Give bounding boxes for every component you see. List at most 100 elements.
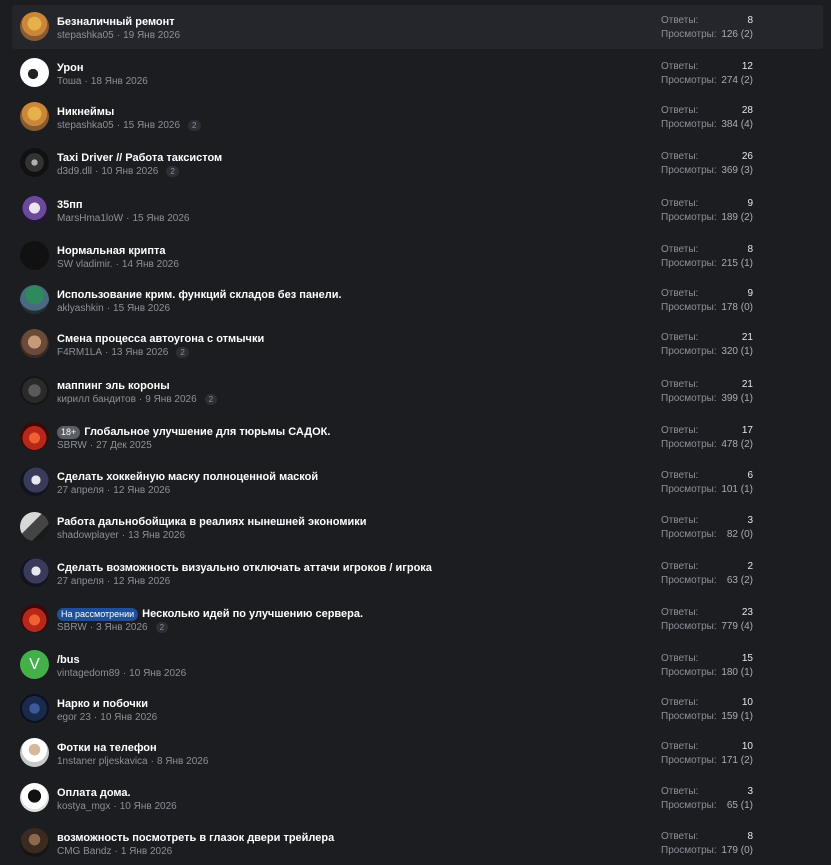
thread-row[interactable]: Оплата дома. kostya_mgx · 10 Янв 2026 Ответы… (12, 776, 823, 820)
thread-date[interactable]: 18 Янв 2026 (91, 76, 148, 87)
prefix-badge-review[interactable]: На рассмотрении (57, 607, 139, 621)
author-link[interactable]: stepashka05 (57, 120, 114, 131)
thread-title-link[interactable]: 35пп (57, 199, 83, 211)
thread-row[interactable]: Нормальная крипта SW vladimir. · 14 Янв 202… (12, 234, 823, 278)
author-link[interactable]: SBRW (57, 622, 87, 633)
thread-row[interactable]: Использование крим. функций складов без … (12, 278, 823, 322)
avatar-stepashka[interactable] (20, 102, 49, 131)
author-link[interactable]: shadowplayer (57, 530, 119, 541)
author-link[interactable]: 27 апреля (57, 576, 104, 587)
thread-date[interactable]: 10 Янв 2026 (100, 712, 157, 723)
thread-date[interactable]: 10 Янв 2026 (101, 166, 158, 177)
avatar-1nstaner[interactable] (20, 738, 49, 767)
page-jump-link[interactable]: 2 (166, 165, 179, 177)
thread-date[interactable]: 8 Янв 2026 (157, 756, 208, 767)
thread-date[interactable]: 15 Янв 2026 (123, 120, 180, 131)
avatar-tosha[interactable] (20, 58, 49, 87)
author-link[interactable]: 1nstaner pljeskavica (57, 756, 148, 767)
avatar-kostya[interactable] (20, 783, 49, 812)
thread-title-link[interactable]: Фотки на телефон (57, 742, 157, 754)
avatar-egor[interactable] (20, 694, 49, 723)
author-link[interactable]: 27 апреля (57, 485, 104, 496)
thread-title-link[interactable]: Сделать хоккейную маску полноценной маск… (57, 471, 318, 483)
thread-title-link[interactable]: Никнеймы (57, 106, 114, 118)
thread-date[interactable]: 27 Дек 2025 (96, 440, 152, 451)
author-link[interactable]: stepashka05 (57, 30, 114, 41)
thread-date[interactable]: 15 Янв 2026 (132, 213, 189, 224)
thread-row[interactable]: Безналичный ремонт stepashka05 · 19 Янв 202… (12, 5, 823, 49)
thread-row[interactable]: Работа дальнобойщика в реалиях нынешней … (12, 505, 823, 549)
prefix-badge-age[interactable]: 18+ (57, 425, 81, 439)
author-link[interactable]: SW vladimir. (57, 259, 113, 270)
thread-date[interactable]: 19 Янв 2026 (123, 30, 180, 41)
page-jump-link[interactable]: 2 (188, 119, 201, 131)
avatar-cmg[interactable] (20, 828, 49, 857)
thread-date[interactable]: 13 Янв 2026 (111, 347, 168, 358)
thread-title-link[interactable]: Работа дальнобойщика в реалиях нынешней … (57, 516, 367, 528)
thread-row[interactable]: возможность посмотреть в глазок двери тр… (12, 821, 823, 865)
thread-date[interactable]: 10 Янв 2026 (129, 668, 186, 679)
author-link[interactable]: Тоша (57, 76, 81, 87)
avatar-f4rm1la[interactable] (20, 329, 49, 358)
thread-title-link[interactable]: Урон (57, 62, 84, 74)
thread-row[interactable]: Урон Тоша · 18 Янв 2026 Ответы: 12 Просмотры: 2… (12, 51, 823, 95)
author-link[interactable]: egor 23 (57, 712, 91, 723)
avatar-sw[interactable] (20, 241, 49, 270)
thread-row[interactable]: V/bus vintagedom89 · 10 Янв 2026 Ответы: 15 Пр… (12, 643, 823, 687)
avatar-sbrw[interactable] (20, 604, 49, 633)
thread-title-link[interactable]: Taxi Driver // Работа таксистом (57, 152, 222, 164)
thread-date[interactable]: 12 Янв 2026 (113, 485, 170, 496)
avatar-kirill[interactable] (20, 376, 49, 405)
thread-title-link[interactable]: возможность посмотреть в глазок двери тр… (57, 832, 334, 844)
thread-date[interactable]: 14 Янв 2026 (122, 259, 179, 270)
avatar-aklyashkin[interactable] (20, 285, 49, 314)
author-link[interactable]: кирилл бандитов (57, 394, 136, 405)
thread-date[interactable]: 1 Янв 2026 (121, 846, 172, 857)
thread-row[interactable]: Сделать хоккейную маску полноценной маск… (12, 460, 823, 504)
page-jump-link[interactable]: 2 (176, 346, 189, 358)
thread-title-link[interactable]: Безналичный ремонт (57, 16, 175, 28)
thread-title-link[interactable]: маппинг эль короны (57, 380, 170, 392)
avatar-letter-v[interactable]: V (20, 650, 49, 679)
thread-date[interactable]: 15 Янв 2026 (113, 303, 170, 314)
thread-row[interactable]: Смена процесса автоугона с отмычки F4RM1L… (12, 322, 823, 366)
thread-row[interactable]: Taxi Driver // Работа таксистом d3d9.dll ·… (12, 141, 823, 185)
avatar-sbrw[interactable] (20, 422, 49, 451)
author-link[interactable]: F4RM1LA (57, 347, 102, 358)
avatar-stepashka[interactable] (20, 12, 49, 41)
thread-row[interactable]: Фотки на телефон 1nstaner pljeskavica · 8 Я… (12, 731, 823, 775)
thread-row[interactable]: Никнеймы stepashka05 · 15 Янв 2026 2 Ответы: 2… (12, 95, 823, 139)
thread-row[interactable]: На рассмотрении Несколько идей по улучшен… (12, 597, 823, 641)
avatar-27apr[interactable] (20, 467, 49, 496)
avatar-shadow[interactable] (20, 512, 49, 541)
author-link[interactable]: SBRW (57, 440, 87, 451)
thread-title-link[interactable]: Глобальное улучшение для тюрьмы САДОК. (84, 426, 330, 438)
thread-row[interactable]: Нарко и побочки egor 23 · 10 Янв 2026 Ответы… (12, 687, 823, 731)
author-link[interactable]: CMG Bandz (57, 846, 111, 857)
author-link[interactable]: aklyashkin (57, 303, 104, 314)
thread-row[interactable]: 35пп MarsHma1loW · 15 Янв 2026 Ответы: 9 Просм… (12, 188, 823, 232)
thread-row[interactable]: Сделать возможность визуально отключать … (12, 551, 823, 595)
author-link[interactable]: kostya_mgx (57, 801, 110, 812)
thread-title-link[interactable]: Несколько идей по улучшению сервера. (142, 608, 363, 620)
page-jump-link[interactable]: 2 (155, 621, 169, 633)
avatar-27apr[interactable] (20, 558, 49, 587)
thread-title-link[interactable]: Оплата дома. (57, 787, 131, 799)
thread-date[interactable]: 3 Янв 2026 (96, 622, 147, 633)
author-link[interactable]: d3d9.dll (57, 166, 92, 177)
thread-date[interactable]: 10 Янв 2026 (120, 801, 177, 812)
thread-row[interactable]: маппинг эль короны кирилл бандитов · 9 Янв … (12, 369, 823, 413)
thread-title-link[interactable]: Использование крим. функций складов без … (57, 289, 342, 301)
page-jump-link[interactable]: 2 (204, 393, 218, 405)
author-link[interactable]: vintagedom89 (57, 668, 120, 679)
thread-title-link[interactable]: /bus (57, 654, 80, 666)
thread-date[interactable]: 13 Янв 2026 (128, 530, 185, 541)
avatar-d3d9[interactable] (20, 148, 49, 177)
author-link[interactable]: MarsHma1loW (57, 213, 123, 224)
thread-title-link[interactable]: Сделать возможность визуально отключать … (57, 562, 432, 574)
thread-date[interactable]: 12 Янв 2026 (113, 576, 170, 587)
thread-date[interactable]: 9 Янв 2026 (145, 394, 196, 405)
thread-title-link[interactable]: Смена процесса автоугона с отмычки (57, 333, 264, 345)
thread-row[interactable]: 18+ Глобальное улучшение для тюрьмы САДОК… (12, 415, 823, 459)
thread-title-link[interactable]: Нарко и побочки (57, 698, 148, 710)
